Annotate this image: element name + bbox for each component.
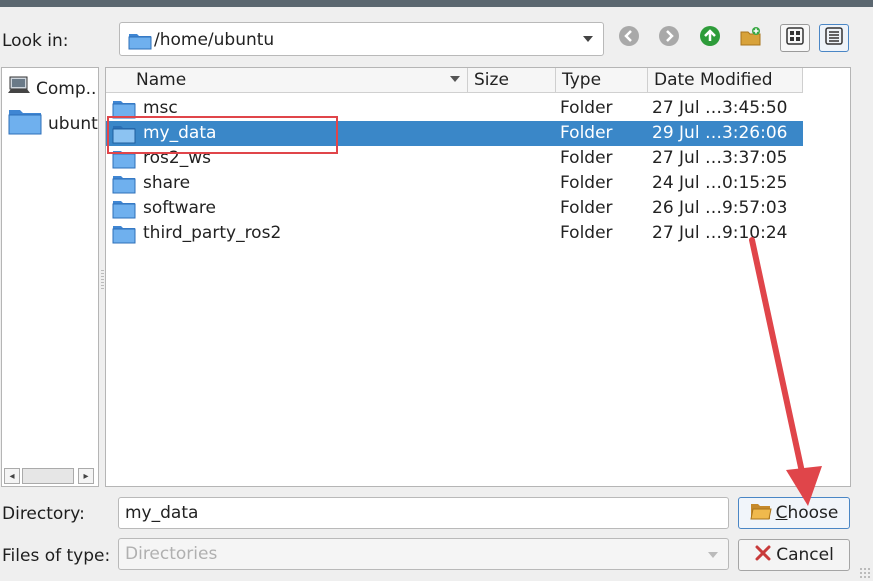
directory-label: Directory: [2, 504, 85, 524]
look-in-path: /home/ubuntu [154, 30, 275, 50]
sort-descending-icon [450, 76, 460, 82]
sidebar-hscrollbar[interactable]: ◂ ▸ [4, 468, 96, 484]
file-name: software [143, 198, 217, 218]
places-sidebar: Comp.. ubunt ◂ ▸ [1, 67, 99, 487]
file-name: msc [143, 98, 178, 118]
file-date: 27 Jul …3:45:50 [652, 98, 788, 118]
file-name: share [143, 173, 191, 193]
chevron-down-icon [708, 552, 718, 558]
computer-icon [8, 76, 30, 101]
choose-button[interactable]: Choose [738, 497, 850, 529]
detail-view-button[interactable] [819, 24, 849, 52]
folder-icon [128, 30, 152, 55]
forward-button[interactable] [654, 24, 684, 52]
look-in-combo[interactable]: /home/ubuntu [119, 22, 604, 56]
cancel-x-icon [754, 544, 772, 567]
file-date: 27 Jul …3:37:05 [652, 148, 788, 168]
back-button[interactable] [614, 24, 644, 52]
column-header-date[interactable]: Date Modified [648, 68, 803, 92]
sidebar-item-label: Comp.. [36, 78, 97, 99]
new-folder-button[interactable] [736, 24, 766, 52]
folder-icon [112, 224, 136, 249]
resize-grip-icon[interactable] [859, 567, 871, 579]
folder-open-icon [749, 502, 772, 525]
column-header-type[interactable]: Type [556, 68, 648, 92]
column-header-size[interactable]: Size [468, 68, 556, 92]
scroll-thumb[interactable] [22, 468, 74, 484]
parent-dir-button[interactable] [695, 24, 725, 52]
file-type: Folder [560, 173, 613, 193]
scroll-right-icon[interactable]: ▸ [78, 468, 94, 484]
choose-label: Choose [775, 503, 839, 523]
file-row[interactable]: third_party_ros2 Folder 27 Jul …9:10:24 [106, 221, 803, 246]
detail-view-icon [825, 26, 843, 50]
chevron-down-icon[interactable] [583, 36, 593, 42]
list-view-icon [786, 26, 804, 50]
file-date: 27 Jul …9:10:24 [652, 223, 788, 243]
scroll-left-icon[interactable]: ◂ [4, 468, 20, 484]
file-date: 24 Jul …0:15:25 [652, 173, 788, 193]
window-top-edge [0, 0, 873, 7]
file-type: Folder [560, 123, 613, 143]
file-list-header: Name Size Type Date Modified [106, 68, 803, 93]
file-name: third_party_ros2 [143, 223, 282, 243]
parent-dir-icon [699, 25, 721, 52]
files-of-type-value: Directories [125, 544, 218, 564]
file-date: 29 Jul …3:26:06 [652, 123, 788, 143]
list-view-button[interactable] [780, 24, 810, 52]
file-type: Folder [560, 223, 613, 243]
file-row[interactable]: share Folder 24 Jul …0:15:25 [106, 171, 803, 196]
file-row[interactable]: software Folder 26 Jul …9:57:03 [106, 196, 803, 221]
folder-icon [8, 106, 42, 141]
file-type: Folder [560, 98, 613, 118]
directory-input[interactable] [118, 497, 729, 529]
files-of-type-label: Files of type: [2, 546, 111, 566]
sidebar-item-ubuntu[interactable]: ubunt [8, 106, 98, 141]
highlight-annotation-box [107, 116, 338, 154]
forward-icon [658, 25, 680, 52]
splitter-handle[interactable] [101, 270, 104, 290]
column-header-name[interactable]: Name [106, 68, 468, 92]
back-icon [618, 25, 640, 52]
cancel-button[interactable]: Cancel [738, 539, 850, 571]
sidebar-item-label: ubunt [48, 113, 98, 134]
file-type: Folder [560, 148, 613, 168]
file-type: Folder [560, 198, 613, 218]
cancel-label: Cancel [776, 545, 834, 565]
sidebar-item-computer[interactable]: Comp.. [8, 76, 96, 101]
file-date: 26 Jul …9:57:03 [652, 198, 788, 218]
new-folder-icon [739, 25, 763, 52]
files-of-type-combo: Directories [118, 538, 729, 570]
look-in-label: Look in: [2, 31, 69, 51]
